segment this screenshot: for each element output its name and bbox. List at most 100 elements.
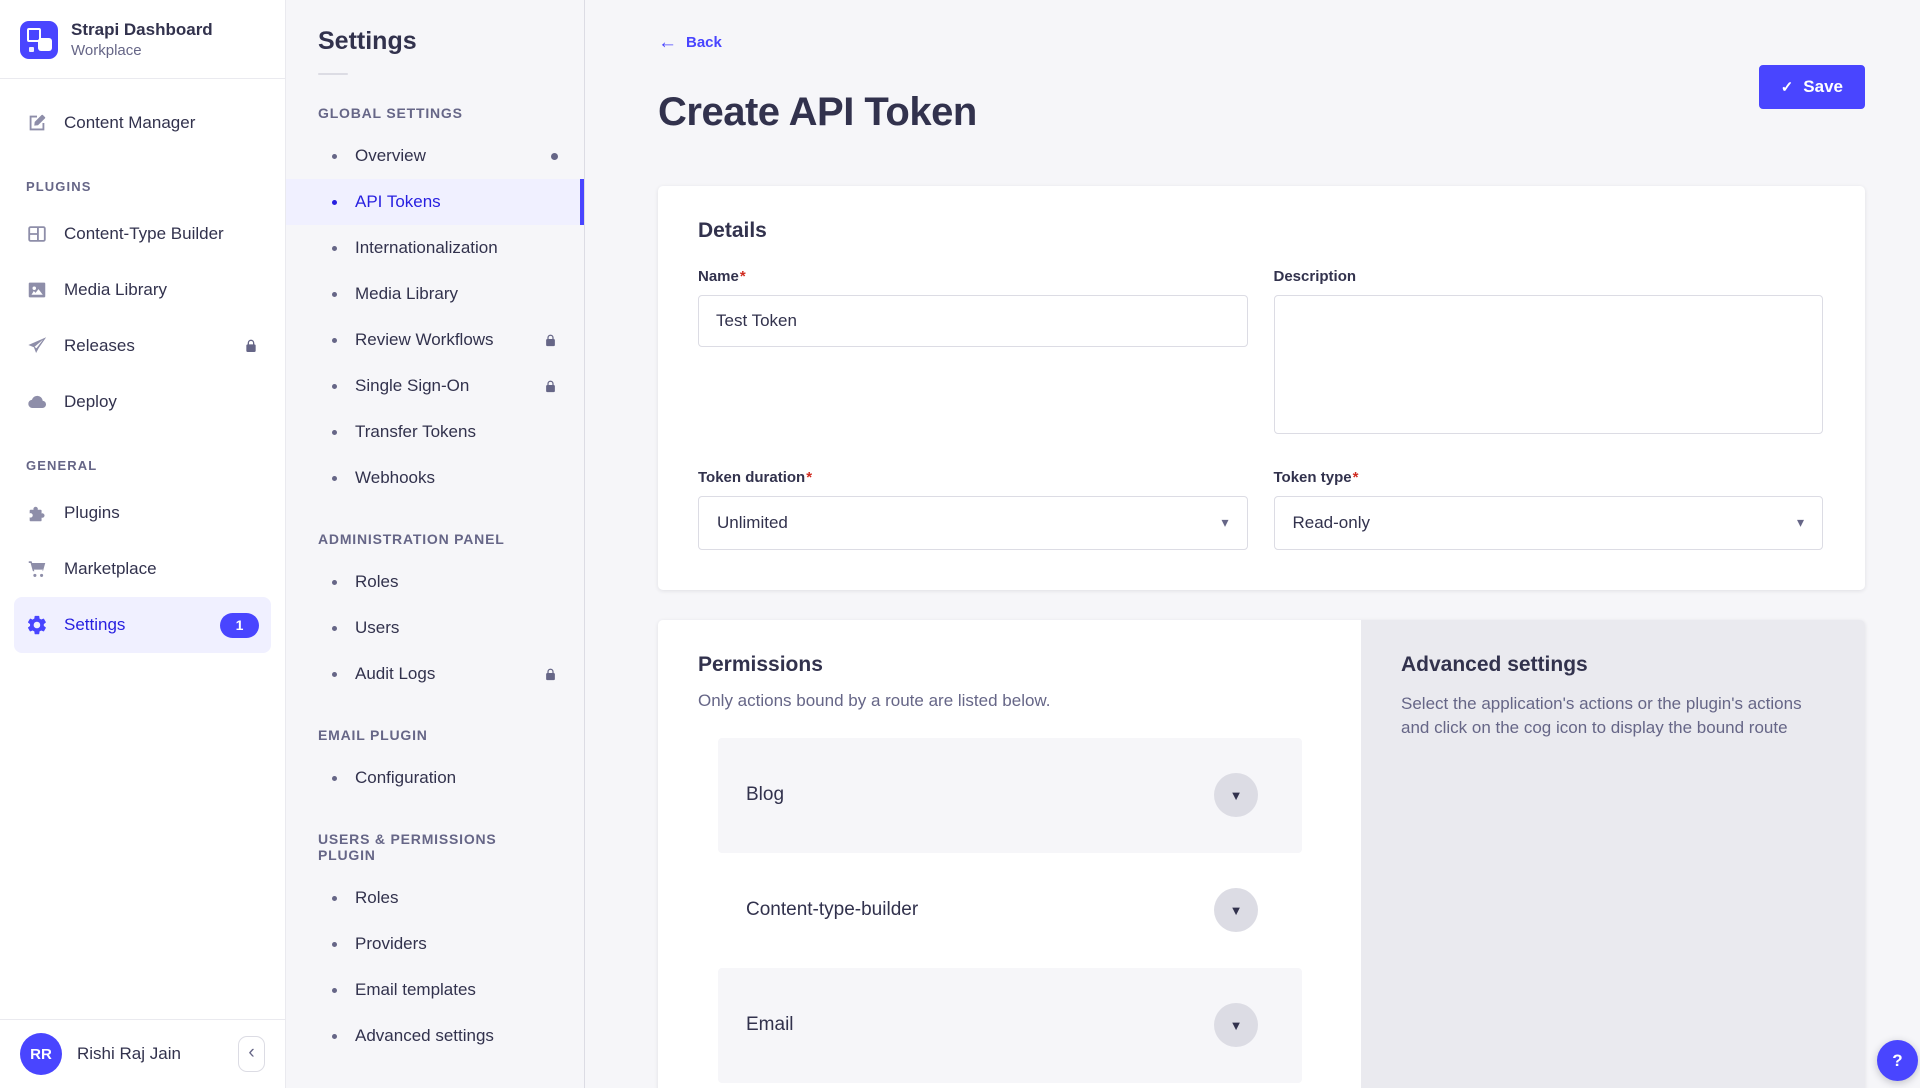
name-label: Name*: [698, 268, 1248, 285]
strapi-logo-icon: [20, 21, 58, 59]
subnav-item-overview[interactable]: Overview: [286, 133, 584, 179]
permission-accordion-upload[interactable]: Upload▼: [718, 1083, 1302, 1088]
collapse-sidebar-button[interactable]: ‹: [238, 1036, 265, 1072]
workspace-title: Strapi Dashboard: [71, 20, 213, 40]
settings-subnav: Settings GLOBAL SETTINGSOverviewAPI Toke…: [286, 0, 585, 1088]
sidebar-item-content-type-builder[interactable]: Content-Type Builder: [14, 206, 271, 262]
lock-icon: [543, 333, 558, 348]
token-duration-select[interactable]: Unlimited ▾: [698, 496, 1248, 550]
permission-accordion-email[interactable]: Email▼: [718, 968, 1302, 1083]
sidebar-item-label: Media Library: [64, 280, 167, 300]
bullet-icon: [332, 626, 337, 631]
permissions-title: Permissions: [698, 653, 1321, 677]
sidebar-item-label: Content-Type Builder: [64, 224, 224, 244]
accordion-toggle-button[interactable]: ▼: [1214, 1003, 1258, 1047]
subnav-section-email-plugin: EMAIL PLUGIN: [286, 697, 584, 755]
permission-accordion-blog[interactable]: Blog▼: [718, 738, 1302, 853]
question-mark-icon: ?: [1892, 1051, 1902, 1071]
subnav-item-roles[interactable]: Roles: [286, 559, 584, 605]
workspace-brand[interactable]: Strapi Dashboard Workplace: [0, 0, 285, 79]
subnav-item-label: Configuration: [355, 768, 456, 788]
caret-down-icon: ▾: [1797, 514, 1804, 531]
subnav-item-advanced-settings[interactable]: Advanced settings: [286, 1013, 584, 1059]
back-link[interactable]: ← Back: [658, 33, 722, 52]
subnav-section-users-permissions-plugin: USERS & PERMISSIONS PLUGIN: [286, 801, 584, 875]
save-button[interactable]: ✓ Save: [1759, 65, 1865, 109]
subnav-item-label: Advanced settings: [355, 1026, 494, 1046]
avatar[interactable]: RR: [20, 1033, 62, 1075]
arrow-left-icon: ←: [658, 33, 677, 52]
permissions-accordion-list: Blog▼Content-type-builder▼Email▼Upload▼: [718, 738, 1302, 1088]
sidebar-item-label: Deploy: [64, 392, 117, 412]
bullet-icon: [332, 338, 337, 343]
subnav-item-users[interactable]: Users: [286, 605, 584, 651]
subnav-item-audit-logs[interactable]: Audit Logs: [286, 651, 584, 697]
notification-badge: 1: [220, 613, 259, 638]
sidebar-item-media-library[interactable]: Media Library: [14, 262, 271, 318]
subnav-item-media-library[interactable]: Media Library: [286, 271, 584, 317]
sidebar-item-content-manager[interactable]: Content Manager: [14, 95, 271, 151]
bullet-icon: [332, 154, 337, 159]
help-button[interactable]: ?: [1877, 1040, 1918, 1081]
subnav-item-roles[interactable]: Roles: [286, 875, 584, 921]
sidebar-item-settings[interactable]: Settings1: [14, 597, 271, 653]
subnav-item-review-workflows[interactable]: Review Workflows: [286, 317, 584, 363]
name-field: Name*: [698, 268, 1248, 439]
sidebar-nav: Content ManagerPLUGINSContent-Type Build…: [0, 79, 285, 1019]
caret-down-icon: ▼: [1230, 904, 1243, 917]
sidebar-section-general: GENERAL: [14, 430, 271, 485]
permission-accordion-content-type-builder[interactable]: Content-type-builder▼: [718, 853, 1302, 968]
cloud-icon: [26, 391, 48, 413]
user-name: Rishi Raj Jain: [77, 1044, 181, 1064]
check-icon: ✓: [1781, 78, 1794, 96]
subnav-section-global-settings: GLOBAL SETTINGS: [286, 75, 584, 133]
subnav-item-providers[interactable]: Providers: [286, 921, 584, 967]
lock-icon: [543, 667, 558, 682]
sidebar-item-deploy[interactable]: Deploy: [14, 374, 271, 430]
subnav-item-internationalization[interactable]: Internationalization: [286, 225, 584, 271]
name-input[interactable]: [698, 295, 1248, 347]
subnav-item-webhooks[interactable]: Webhooks: [286, 455, 584, 501]
bullet-icon: [332, 292, 337, 297]
sidebar-item-label: Marketplace: [64, 559, 157, 579]
details-card: Details Name* Description Token duration…: [658, 186, 1865, 590]
save-label: Save: [1803, 77, 1843, 97]
lock-icon: [243, 338, 259, 354]
caret-down-icon: ▼: [1230, 789, 1243, 802]
token-type-label: Token type*: [1274, 469, 1824, 486]
subnav-item-label: Roles: [355, 572, 398, 592]
caret-down-icon: ▾: [1221, 514, 1228, 531]
sidebar-item-label: Content Manager: [64, 113, 195, 133]
accordion-toggle-button[interactable]: ▼: [1214, 773, 1258, 817]
sidebar-item-marketplace[interactable]: Marketplace: [14, 541, 271, 597]
subnav-item-configuration[interactable]: Configuration: [286, 755, 584, 801]
details-title: Details: [698, 219, 1823, 243]
subnav-item-email-templates[interactable]: Email templates: [286, 967, 584, 1013]
token-duration-value: Unlimited: [717, 513, 788, 533]
user-area: RR Rishi Raj Jain ‹: [0, 1019, 285, 1088]
workspace-subtitle: Workplace: [71, 42, 213, 59]
bullet-icon: [332, 776, 337, 781]
accordion-toggle-button[interactable]: ▼: [1214, 888, 1258, 932]
sidebar-item-releases[interactable]: Releases: [14, 318, 271, 374]
description-label: Description: [1274, 268, 1824, 285]
main-sidebar: Strapi Dashboard Workplace Content Manag…: [0, 0, 286, 1088]
bullet-icon: [332, 672, 337, 677]
subnav-item-label: API Tokens: [355, 192, 441, 212]
bullet-icon: [332, 580, 337, 585]
bullet-icon: [332, 384, 337, 389]
subnav-item-label: Roles: [355, 888, 398, 908]
description-textarea[interactable]: [1274, 295, 1824, 434]
subnav-item-api-tokens[interactable]: API Tokens: [286, 179, 584, 225]
subnav-item-transfer-tokens[interactable]: Transfer Tokens: [286, 409, 584, 455]
sidebar-item-plugins[interactable]: Plugins: [14, 485, 271, 541]
caret-down-icon: ▼: [1230, 1019, 1243, 1032]
required-mark: *: [1353, 469, 1359, 486]
subnav-section-administration-panel: ADMINISTRATION PANEL: [286, 501, 584, 559]
permissions-card: Permissions Only actions bound by a rout…: [658, 620, 1865, 1088]
grid-icon: [26, 223, 48, 245]
subnav-item-label: Single Sign-On: [355, 376, 469, 396]
token-type-select[interactable]: Read-only ▾: [1274, 496, 1824, 550]
subnav-item-label: Audit Logs: [355, 664, 435, 684]
subnav-item-single-sign-on[interactable]: Single Sign-On: [286, 363, 584, 409]
